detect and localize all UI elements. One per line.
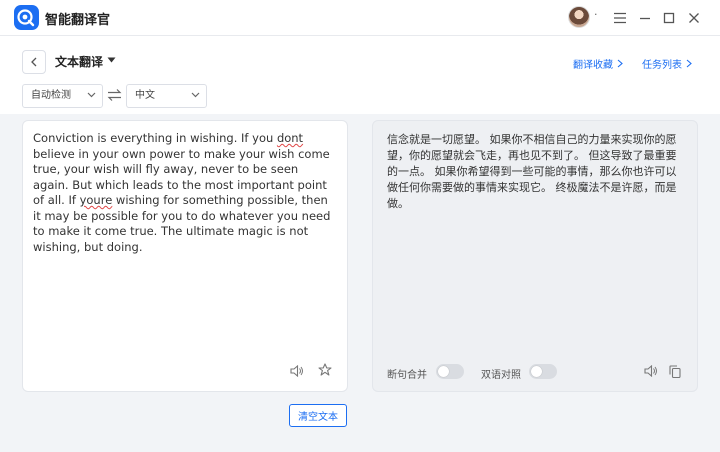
bilingual-toggle[interactable] bbox=[529, 364, 557, 379]
source-text-panel[interactable]: Conviction is everything in wishing. If … bbox=[22, 120, 348, 392]
task-list-link-label: 任务列表 bbox=[642, 60, 682, 71]
app-logo-icon bbox=[14, 5, 39, 30]
misspelled-word[interactable]: dont bbox=[277, 131, 303, 145]
target-language-select[interactable]: 中文 bbox=[126, 84, 207, 108]
title-bar: 智能翻译官 · bbox=[0, 0, 720, 36]
sentence-merge-toggle[interactable] bbox=[436, 364, 464, 379]
clear-text-button[interactable]: 清空文本 bbox=[289, 404, 347, 427]
chevron-right-icon bbox=[686, 59, 692, 68]
sentence-merge-label: 断句合并 bbox=[387, 370, 427, 381]
toolbar: 文本翻译 翻译收藏 任务列表 bbox=[0, 36, 720, 114]
source-text-segment: Conviction is everything in wishing. If … bbox=[33, 131, 277, 145]
chevron-down-icon bbox=[191, 92, 200, 98]
source-language-select[interactable]: 自动检测 bbox=[22, 84, 103, 108]
star-icon[interactable] bbox=[317, 362, 333, 378]
chevron-right-icon bbox=[617, 59, 623, 68]
translation-result-text: 信念就是一切愿望。 如果你不相信自己的力量来实现你的愿望，你的愿望就会飞走，再也… bbox=[387, 133, 677, 210]
menu-icon[interactable] bbox=[609, 7, 631, 29]
user-menu-indicator[interactable]: · bbox=[594, 8, 598, 21]
translation-result-panel: 信念就是一切愿望。 如果你不相信自己的力量来实现你的愿望，你的愿望就会飞走，再也… bbox=[372, 120, 698, 392]
app-title: 智能翻译官 bbox=[45, 13, 111, 28]
minimize-icon[interactable] bbox=[634, 7, 656, 29]
back-button[interactable] bbox=[22, 50, 46, 74]
source-text-input[interactable]: Conviction is everything in wishing. If … bbox=[33, 131, 337, 255]
close-icon[interactable] bbox=[683, 7, 705, 29]
target-language-value: 中文 bbox=[135, 90, 155, 101]
caret-down-icon[interactable] bbox=[107, 57, 116, 63]
favorites-link-label: 翻译收藏 bbox=[573, 60, 613, 71]
chevron-down-icon bbox=[87, 92, 96, 98]
favorites-link[interactable]: 翻译收藏 bbox=[573, 56, 623, 71]
toggle-knob bbox=[438, 366, 449, 377]
task-list-link[interactable]: 任务列表 bbox=[642, 56, 692, 71]
maximize-icon[interactable] bbox=[658, 7, 680, 29]
misspelled-word[interactable]: youre bbox=[80, 193, 113, 207]
chevron-left-icon bbox=[31, 57, 37, 67]
speaker-icon[interactable] bbox=[643, 363, 659, 379]
copy-icon[interactable] bbox=[667, 363, 683, 379]
swap-arrows-icon[interactable] bbox=[107, 88, 122, 102]
avatar[interactable] bbox=[568, 6, 590, 28]
source-language-value: 自动检测 bbox=[31, 90, 71, 101]
toggle-knob bbox=[531, 366, 542, 377]
bilingual-label: 双语对照 bbox=[481, 370, 521, 381]
mode-title[interactable]: 文本翻译 bbox=[55, 53, 103, 70]
speaker-icon[interactable] bbox=[289, 363, 305, 379]
